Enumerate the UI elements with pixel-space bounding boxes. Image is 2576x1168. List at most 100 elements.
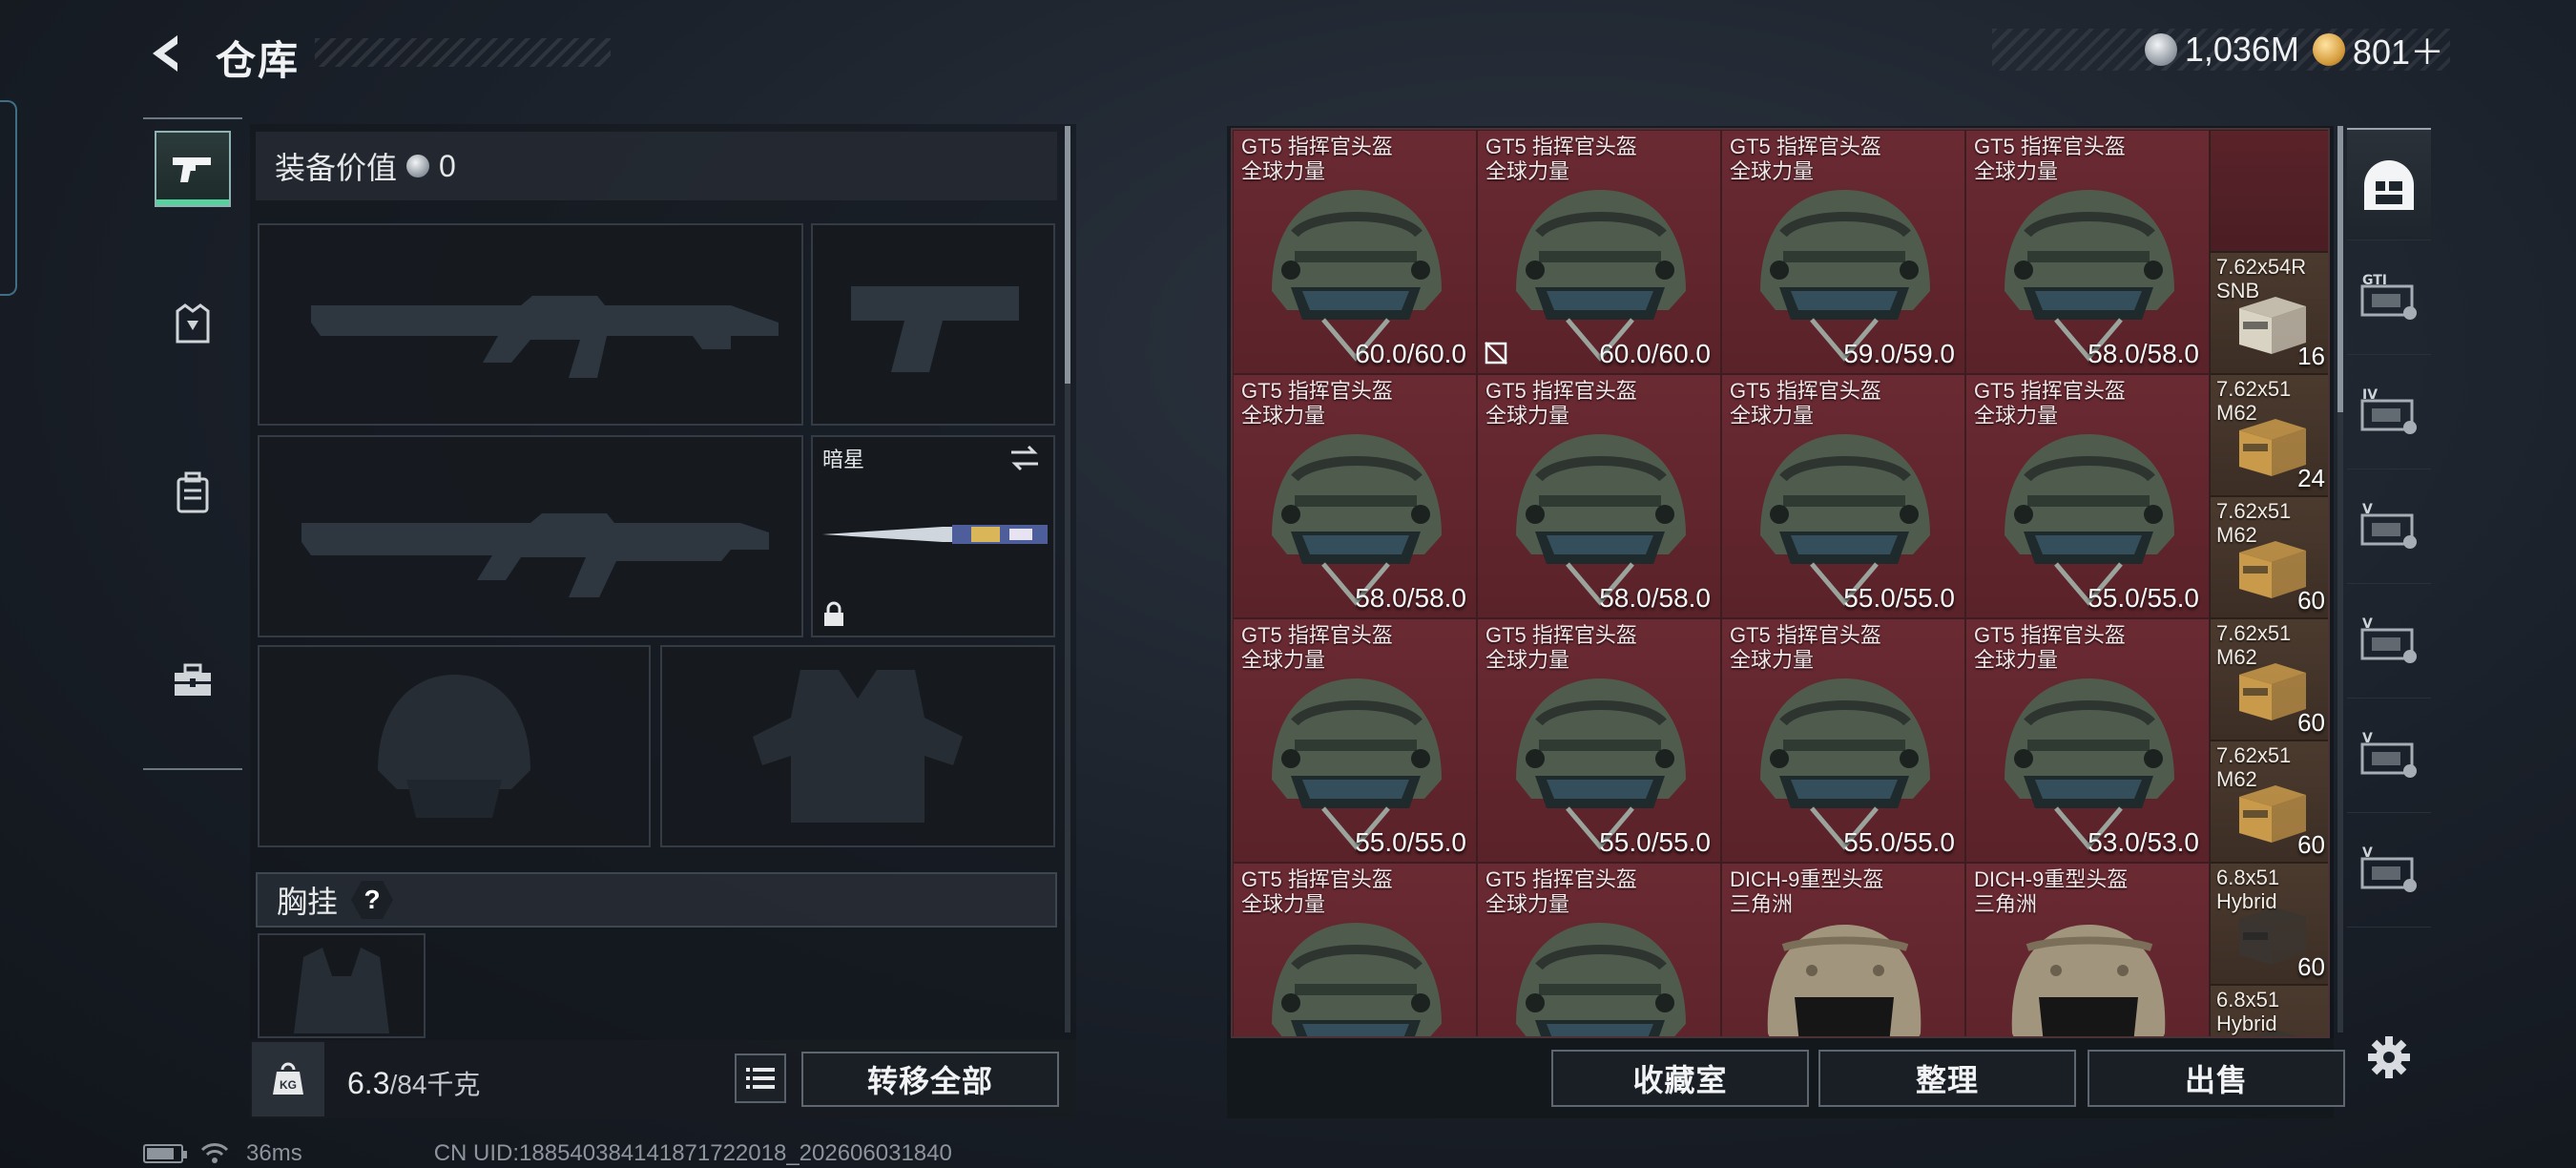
item-count: 60	[2297, 586, 2325, 615]
stash-item-ammo[interactable]: 6.8x51 Hybrid	[2210, 985, 2328, 1036]
stash-item-helmet[interactable]: GT5 指挥官头盔 全球力量 55.0/55.0	[1721, 374, 1965, 618]
item-durability: 53.0/53.0	[2088, 827, 2199, 857]
currency-gold[interactable]: 801＋	[2312, 25, 2444, 74]
list-view-button[interactable]	[735, 1053, 786, 1103]
item-name: DICH-9重型头盔 三角洲	[1974, 867, 2128, 917]
weight-icon-box: KG	[252, 1042, 324, 1116]
item-name-line2: M62	[2216, 645, 2257, 669]
back-arrow-icon	[153, 35, 177, 72]
case-v-tab[interactable]: V	[2347, 586, 2431, 699]
stash-scrollbar-thumb[interactable]	[2337, 126, 2343, 412]
uid-text: CN UID:18854038414187172201​8_2026060318…	[433, 1140, 952, 1166]
secondary-weapon-slot[interactable]	[258, 435, 803, 637]
nav-divider-bottom	[143, 768, 242, 770]
item-name-line2: 全球力量	[1485, 648, 1570, 672]
stash-item-helmet[interactable]: DICH-9重型头盔 三角洲	[1965, 863, 2210, 1036]
item-durability: 58.0/58.0	[1599, 583, 1711, 613]
loadout-scrollbar-thumb[interactable]	[1065, 126, 1070, 384]
sell-button[interactable]: 出售	[2088, 1050, 2345, 1107]
stash-item-ammo[interactable]: 7.62x51 M62 60	[2210, 618, 2328, 740]
case-gti-icon: GTI	[2360, 273, 2417, 320]
stash-item-ammo[interactable]: 6.8x51 Hybrid 60	[2210, 863, 2328, 985]
item-name: GT5 指挥官头盔 全球力量	[1485, 867, 1637, 917]
nav-weapons[interactable]	[155, 131, 231, 207]
helmet-image	[1767, 925, 1922, 1036]
item-name: GT5 指挥官头盔 全球力量	[1974, 135, 2126, 184]
back-button[interactable]	[141, 29, 193, 78]
item-count: 60	[2297, 708, 2325, 737]
stash-item-helmet[interactable]: GT5 指挥官头盔 全球力量 53.0/53.0	[1965, 618, 2210, 863]
melee-label: 暗星	[822, 448, 865, 471]
stash-item-helmet[interactable]: GT5 指挥官头盔 全球力量 55.0/55.0	[1965, 374, 2210, 618]
svg-text:V: V	[2362, 731, 2373, 746]
stash-item-helmet[interactable]: GT5 指挥官头盔 全球力量	[1477, 863, 1721, 1036]
item-name-line1: 7.62x51	[2216, 377, 2292, 401]
stash-item-ammo[interactable]: 7.62x51 M62 60	[2210, 496, 2328, 618]
case-gti-tab[interactable]: GTI	[2347, 242, 2431, 355]
stash-item-helmet[interactable]: GT5 指挥官头盔 全球力量	[1233, 863, 1477, 1036]
stash-item-helmet[interactable]: GT5 指挥官头盔 全球力量 55.0/55.0	[1233, 618, 1477, 863]
sidearm-slot[interactable]	[811, 223, 1055, 426]
stash-item-helmet[interactable]: GT5 指挥官头盔 全球力量 60.0/60.0	[1477, 130, 1721, 374]
item-name-line1: 7.62x51	[2216, 499, 2292, 523]
case-v-tab[interactable]: V	[2347, 700, 2431, 813]
swap-icon[interactable]	[1008, 443, 1042, 473]
collection-room-button[interactable]: 收藏室	[1551, 1050, 1809, 1107]
melee-slot[interactable]: 暗星	[811, 435, 1055, 637]
item-name-line1: GT5 指挥官头盔	[1485, 623, 1637, 647]
weight-readout: 6.3/84千克	[347, 1064, 480, 1102]
stash-item-helmet[interactable]: GT5 指挥官头盔 全球力量 58.0/58.0	[1477, 374, 1721, 618]
stash-item-helmet[interactable]: GT5 指挥官头盔 全球力量 59.0/59.0	[1721, 130, 1965, 374]
stash-item-helmet[interactable]: GT5 指挥官头盔 全球力量 60.0/60.0	[1233, 130, 1477, 374]
item-name-line2: 全球力量	[1974, 404, 2059, 428]
item-name: GT5 指挥官头盔 全球力量	[1730, 379, 1881, 428]
item-name-line1: GT5 指挥官头盔	[1730, 379, 1881, 403]
help-button[interactable]: ?	[351, 881, 394, 919]
chest-rig-slot[interactable]	[258, 933, 426, 1038]
stash-item-helmet[interactable]: GT5 指挥官头盔 全球力量 58.0/58.0	[1965, 130, 2210, 374]
item-name: 7.62x51 M62	[2216, 499, 2291, 547]
case-v-tab[interactable]: V	[2347, 471, 2431, 584]
helmet-image	[1272, 923, 1442, 1036]
stash-home-tab[interactable]	[2347, 128, 2431, 240]
nav-toolbox[interactable]	[155, 642, 231, 719]
item-name-line1: GT5 指挥官头盔	[1974, 623, 2126, 647]
backpack-icon	[177, 471, 209, 513]
helmet-image	[2011, 925, 2166, 1036]
helmet-slot[interactable]	[258, 645, 651, 847]
primary-weapon-slot[interactable]	[258, 223, 803, 426]
stash-item-ammo[interactable]: 7.62x51 M62 24	[2210, 374, 2328, 496]
stash-item-helmet[interactable]: GT5 指挥官头盔 全球力量 55.0/55.0	[1477, 618, 1721, 863]
item-name-line2: M62	[2216, 767, 2257, 791]
currency-silver[interactable]: 1,036M	[2144, 30, 2299, 70]
item-name-line1: GT5 指挥官头盔	[1241, 135, 1393, 158]
item-name-line2: 全球力量	[1485, 159, 1570, 183]
organize-button[interactable]: 整理	[1818, 1050, 2076, 1107]
armor-silhouette-icon	[753, 670, 963, 823]
nav-armor[interactable]	[155, 287, 231, 364]
stash-item-helmet[interactable]: DICH-9重型头盔 三角洲	[1721, 863, 1965, 1036]
item-name: 7.62x51 M62	[2216, 621, 2291, 669]
item-durability: 58.0/58.0	[1355, 583, 1466, 613]
item-name: GT5 指挥官头盔 全球力量	[1730, 623, 1881, 673]
item-name-line1: 6.8x51	[2216, 988, 2280, 1012]
settings-button[interactable]	[2362, 1031, 2416, 1084]
nav-backpack[interactable]	[155, 455, 231, 532]
case-iv-tab[interactable]: IV	[2347, 357, 2431, 469]
item-name-line2: 三角洲	[1974, 892, 2038, 916]
side-drawer-handle[interactable]	[0, 100, 17, 296]
stash-item-helmet[interactable]: GT5 指挥官头盔 全球力量 58.0/58.0	[1233, 374, 1477, 618]
currency-bar: 1,036M 801＋	[1992, 29, 2450, 72]
body-armor-slot[interactable]	[660, 645, 1055, 847]
case-v-tab[interactable]: V	[2347, 815, 2431, 928]
item-name-line2: 全球力量	[1730, 648, 1815, 672]
transfer-all-button[interactable]: 转移全部	[801, 1052, 1059, 1107]
stash-item-ammo[interactable]: 7.62x51 M62 60	[2210, 740, 2328, 863]
silver-coin-icon	[406, 155, 430, 177]
stash-item-helmet[interactable]: GT5 指挥官头盔 全球力量 55.0/55.0	[1721, 618, 1965, 863]
stash-item-ammo[interactable]: 7.62x54R SNB 16	[2210, 252, 2328, 374]
item-name-line1: GT5 指挥官头盔	[1241, 867, 1393, 891]
ping-text: 36ms	[246, 1140, 302, 1166]
helmet-image	[1516, 923, 1686, 1036]
status-footer: 36ms CN UID:18854038414187172201​8_20260…	[143, 1139, 952, 1168]
